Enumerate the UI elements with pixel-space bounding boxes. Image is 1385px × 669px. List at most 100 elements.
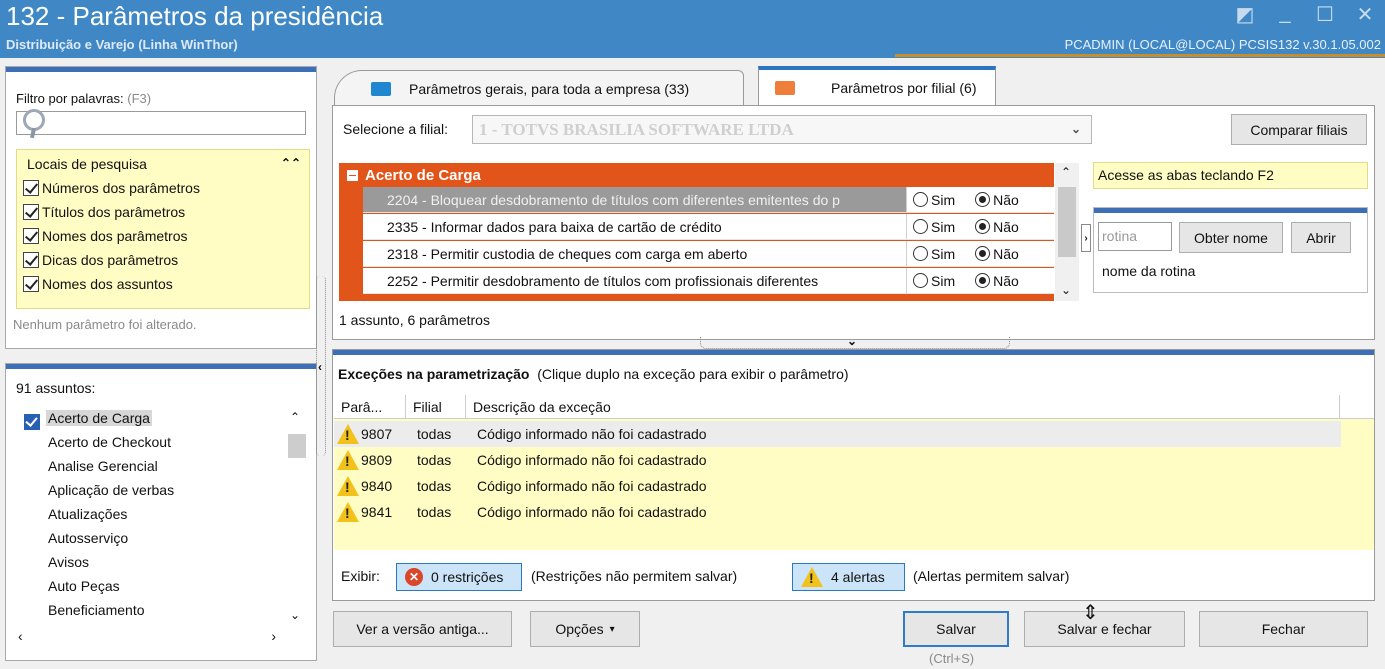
radio-icon[interactable] <box>913 219 928 234</box>
column-header[interactable]: Filial <box>406 395 466 418</box>
tab-parametros-filial[interactable]: Parâmetros por filial (6) <box>758 66 996 106</box>
collapse-chevron-icon[interactable]: ⌃⌃ <box>281 156 301 170</box>
checkbox-label: Nomes dos assuntos <box>42 276 173 292</box>
search-input[interactable] <box>16 109 306 135</box>
radio-nao[interactable]: Não <box>975 219 1019 235</box>
checkbox-numeros[interactable]: Números dos parâmetros <box>23 180 200 196</box>
restrictions-label: 0 restrições <box>431 569 504 585</box>
compare-branches-button[interactable]: Comparar filiais <box>1231 114 1367 145</box>
scroll-right-icon[interactable]: › <box>271 628 276 644</box>
scroll-left-icon[interactable]: ‹ <box>18 628 23 644</box>
restrictions-button[interactable]: ✕ 0 restrições <box>396 563 522 591</box>
radio-label: Sim <box>931 191 956 208</box>
column-header[interactable]: Descrição da exceção <box>466 395 1340 418</box>
save-button[interactable]: Salvar <box>903 611 1009 647</box>
warning-icon <box>337 424 359 444</box>
list-item[interactable]: Autosserviço <box>48 530 128 546</box>
grid-scrollbar[interactable]: ⌃ ⌄ <box>1055 163 1079 301</box>
subjects-scrollbar[interactable]: ⌃ ⌄ <box>286 410 306 622</box>
collapse-down-icon[interactable]: ⌄ <box>847 334 857 348</box>
collapse-group-icon[interactable] <box>347 169 358 181</box>
radio-icon[interactable] <box>913 273 928 288</box>
chevron-down-icon[interactable]: ⌄ <box>1071 122 1081 136</box>
checkbox-dicas[interactable]: Dicas dos parâmetros <box>23 252 178 268</box>
radio-sim[interactable]: Sim <box>913 192 955 208</box>
minimize-icon[interactable]: _ <box>1275 2 1295 27</box>
exception-desc: Código informado não foi cadastrado <box>477 426 707 442</box>
folder-icon <box>371 82 391 96</box>
checkbox-assuntos[interactable]: Nomes dos assuntos <box>23 276 173 292</box>
table-row[interactable]: 9841 todas Código informado não foi cada… <box>334 499 707 525</box>
radio-icon[interactable] <box>913 192 928 207</box>
show-label: Exibir: <box>341 568 380 584</box>
checkbox-nomes[interactable]: Nomes dos parâmetros <box>23 228 188 244</box>
radio-sim[interactable]: Sim <box>913 246 955 262</box>
table-row[interactable]: 2252 - Permitir desdobramento de títulos… <box>363 268 1054 294</box>
scroll-up-icon[interactable]: ⌃ <box>290 410 300 424</box>
search-locations-title[interactable]: Locais de pesquisa <box>27 156 147 172</box>
maximize-icon[interactable]: ☐ <box>1315 2 1335 27</box>
checkbox-label: Números dos parâmetros <box>42 180 200 196</box>
table-row[interactable]: 9840 todas Código informado não foi cada… <box>334 473 707 499</box>
exception-param: 9840 <box>361 478 393 494</box>
table-row[interactable]: 2318 - Permitir custodia de cheques com … <box>363 241 1054 267</box>
checkbox-icon[interactable] <box>23 228 39 244</box>
checkbox-icon[interactable] <box>23 276 39 292</box>
param-description: 2318 - Permitir custodia de cheques com … <box>363 241 907 266</box>
radio-selected-icon[interactable] <box>975 192 991 207</box>
table-row[interactable]: 2335 - Informar dados para baixa de cart… <box>363 214 1054 240</box>
open-button[interactable]: Abrir <box>1291 222 1351 253</box>
checkbox-icon[interactable] <box>23 180 39 196</box>
old-version-button[interactable]: Ver a versão antiga... <box>333 611 512 647</box>
radio-nao[interactable]: Não <box>975 273 1019 289</box>
save-shortcut: (Ctrl+S) <box>929 651 975 666</box>
collapse-left-icon[interactable]: ‹ <box>318 360 322 374</box>
scroll-down-icon[interactable]: ⌄ <box>1061 283 1071 297</box>
expand-right-icon[interactable]: › <box>1081 224 1091 252</box>
checkbox-titulos[interactable]: Títulos dos parâmetros <box>23 204 185 220</box>
scroll-up-icon[interactable]: ⌃ <box>1061 165 1071 179</box>
routine-input[interactable]: rotina <box>1098 222 1172 251</box>
parameters-count: 1 assunto, 6 parâmetros <box>339 312 490 328</box>
tab-parametros-gerais[interactable]: Parâmetros gerais, para toda a empresa (… <box>334 70 744 106</box>
radio-icon[interactable] <box>913 246 928 261</box>
group-header[interactable]: Acerto de Carga <box>339 163 1054 187</box>
filial-select[interactable]: 1 - TOTVS BRASILIA SOFTWARE LTDA ⌄ <box>472 115 1092 144</box>
table-row[interactable]: 9807 todas Código informado não foi cada… <box>334 421 1341 447</box>
list-item[interactable]: Acerto de Carga <box>46 410 152 426</box>
radio-label: Não <box>993 245 1019 262</box>
save-close-button[interactable]: Salvar e fechar <box>1024 611 1185 647</box>
scroll-down-icon[interactable]: ⌄ <box>290 608 300 622</box>
scroll-thumb[interactable] <box>1058 187 1076 257</box>
options-button[interactable]: Opções ▾ <box>530 611 640 647</box>
list-item[interactable]: Acerto de Checkout <box>48 434 171 450</box>
close-icon[interactable]: ✕ <box>1355 2 1375 27</box>
routine-panel: rotina Obter nome Abrir nome da rotina <box>1093 207 1368 293</box>
table-row[interactable]: 2204 - Bloquear desdobramento de títulos… <box>363 187 1054 213</box>
checkbox-icon[interactable] <box>23 204 39 220</box>
list-item[interactable]: Avisos <box>48 554 89 570</box>
list-item[interactable]: Analise Gerencial <box>48 458 158 474</box>
checked-icon[interactable] <box>24 414 40 430</box>
get-name-button[interactable]: Obter nome <box>1179 222 1283 253</box>
list-item[interactable]: Beneficiamento <box>48 602 145 618</box>
radio-sim[interactable]: Sim <box>913 219 955 235</box>
list-item[interactable]: Auto Peças <box>48 578 120 594</box>
radio-selected-icon[interactable] <box>975 246 991 261</box>
restore-icon[interactable]: ◩ <box>1235 2 1255 27</box>
subjects-hscrollbar[interactable]: ‹ › <box>16 628 306 648</box>
column-header[interactable]: Parâ... <box>334 395 406 418</box>
list-item[interactable]: Aplicação de verbas <box>48 482 174 498</box>
radio-selected-icon[interactable] <box>975 273 991 288</box>
search-locations-box: Locais de pesquisa ⌃⌃ Números dos parâme… <box>16 149 310 309</box>
list-item[interactable]: Atualizações <box>48 506 127 522</box>
table-row[interactable]: 9809 todas Código informado não foi cada… <box>334 447 707 473</box>
scroll-thumb[interactable] <box>288 434 306 458</box>
radio-nao[interactable]: Não <box>975 192 1019 208</box>
radio-sim[interactable]: Sim <box>913 273 955 289</box>
radio-nao[interactable]: Não <box>975 246 1019 262</box>
close-button[interactable]: Fechar <box>1199 611 1368 647</box>
alerts-button[interactable]: 4 alertas <box>792 563 905 591</box>
radio-selected-icon[interactable] <box>975 219 991 234</box>
checkbox-icon[interactable] <box>23 252 39 268</box>
